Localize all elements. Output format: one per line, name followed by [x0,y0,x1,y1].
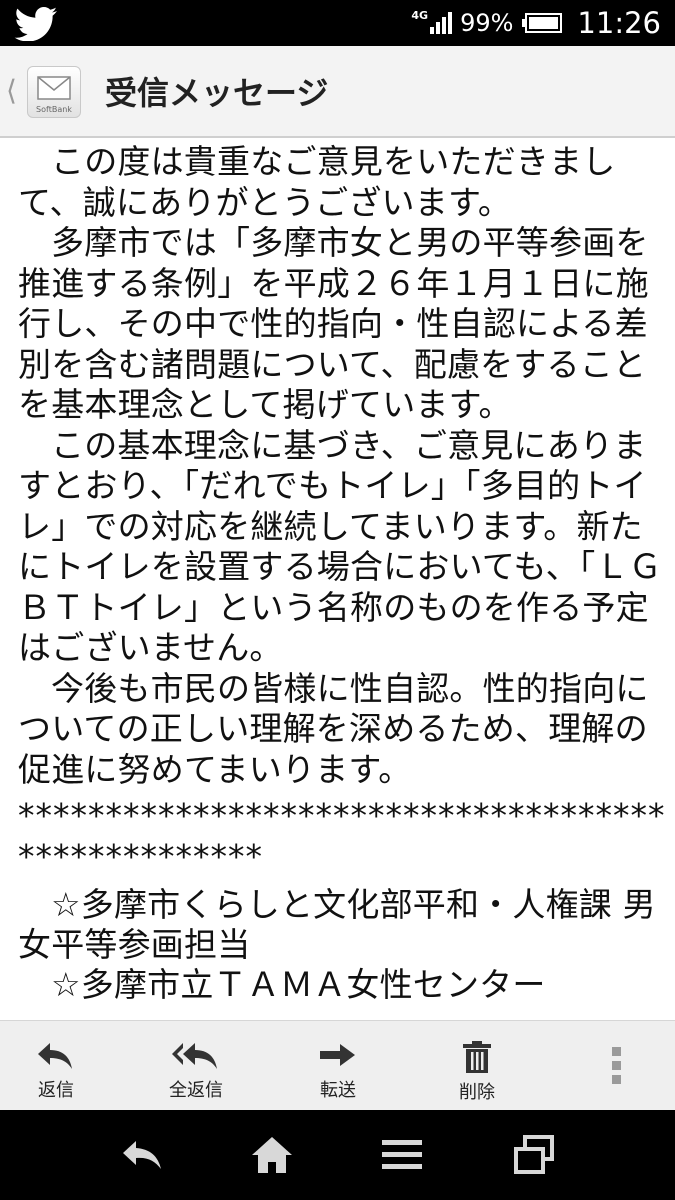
page-title: 受信メッセージ [105,74,329,112]
recent-apps-icon [514,1135,554,1174]
separator-line: ************************************* [18,796,666,835]
reply-all-icon [172,1043,217,1069]
trash-icon [463,1041,491,1073]
delete-button[interactable]: 削除 [427,1021,527,1111]
navigation-bar [0,1110,675,1200]
messages-app-icon[interactable]: SoftBank [27,66,81,118]
message-paragraph: この基本理念に基づき、ご意見にありますとおり、「だれでもトイレ」「多目的トイレ」… [18,425,662,668]
envelope-icon [37,76,71,100]
separator-line: ************** [18,836,263,876]
more-options-icon[interactable] [612,1047,624,1089]
clock: 11:26 [577,6,661,40]
contact-center: ☆多摩市立ＴＡＭＡ女性センター [51,965,546,1004]
forward-label: 転送 [320,1080,356,1101]
message-paragraph: 多摩市では「多摩市女と男の平等参画を推進する条例」を平成２６年１月１日に施行し、… [18,223,649,424]
recent-apps-button[interactable] [489,1110,579,1200]
battery-icon [522,13,563,33]
reply-label: 返信 [38,1080,74,1101]
twitter-bird-icon [14,7,57,41]
forward-button[interactable]: 転送 [288,1021,388,1111]
back-icon [123,1141,161,1169]
home-icon [252,1137,292,1173]
menu-button[interactable] [357,1110,447,1200]
message-body: この度は貴重なご意見をいただきまして、誠にありがとうございます。 多摩市では「多… [18,142,668,1020]
contact-department: ☆多摩市くらしと文化部平和・人権課 男女平等参画担当 [18,885,656,964]
status-bar: 4G 99% 11:26 [0,0,675,46]
back-button[interactable] [97,1110,187,1200]
back-chevron-icon[interactable]: ⟨ [6,74,17,107]
battery-percent: 99% [460,9,514,37]
network-type: 4G [411,8,429,22]
reply-all-label: 全返信 [169,1080,223,1101]
brand-label: SoftBank [36,105,72,114]
forward-icon [320,1044,355,1066]
app-header: ⟨ SoftBank 受信メッセージ [0,46,675,138]
message-paragraph: この度は貴重なご意見をいただきまして、誠にありがとうございます。 [18,142,616,222]
home-button[interactable] [227,1110,317,1200]
signal-icon [430,12,453,34]
action-bar: 返信 全返信 転送 削除 [0,1020,675,1111]
reply-all-button[interactable]: 全返信 [146,1021,246,1111]
menu-icon [382,1140,422,1169]
reply-icon [38,1043,72,1069]
message-paragraph: 今後も市民の皆様に性自認。性的指向についての正しい理解を深めるため、理解の促進に… [18,668,649,789]
reply-button[interactable]: 返信 [6,1021,106,1111]
delete-label: 削除 [459,1082,495,1103]
